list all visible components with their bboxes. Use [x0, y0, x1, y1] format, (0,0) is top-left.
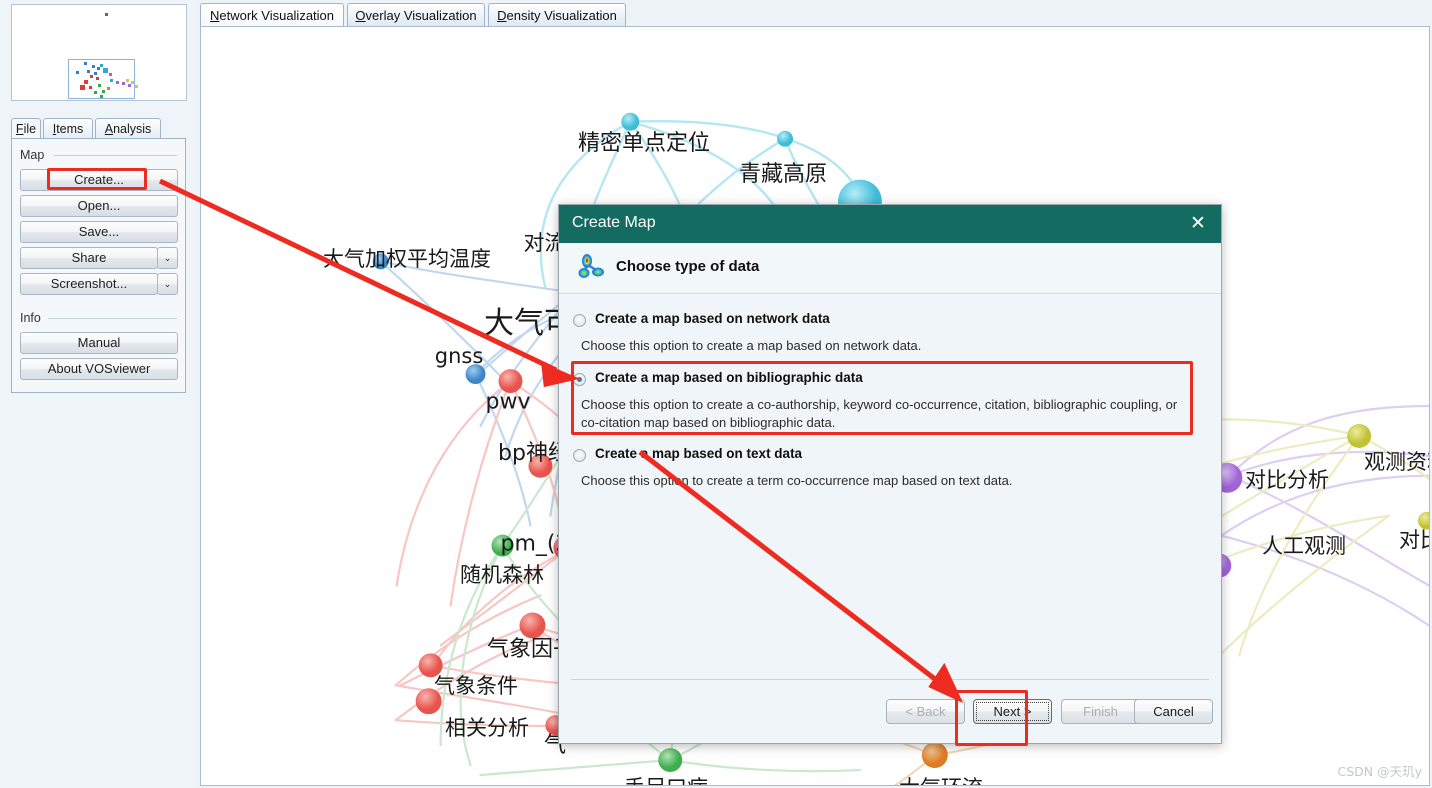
share-dropdown-chevron-down-icon[interactable]: ⌄: [157, 247, 178, 269]
vosviewer-density-icon: [578, 254, 604, 278]
thumbnail-dot: [87, 70, 90, 73]
thumbnail-dot: [96, 77, 99, 80]
thumbnail-dot: [84, 80, 88, 84]
thumbnail-dot: [116, 81, 119, 84]
thumbnail-dot: [100, 64, 103, 67]
dialog-footer: < Back Next > Finish Cancel: [559, 679, 1221, 743]
sidebar-tab-items-label: Items: [52, 122, 84, 136]
thumbnail-dot: [122, 82, 125, 85]
option-text-data-description: Choose this option to create a term co-o…: [581, 473, 1013, 488]
sidebar-tab-file[interactable]: File: [11, 118, 41, 139]
option-text-data-title: Create a map based on text data: [595, 446, 803, 461]
sidebar-tab-file-label: File: [15, 122, 37, 136]
sidebar-tab-items[interactable]: Items: [43, 118, 93, 139]
option-network-data-description: Choose this option to create a map based…: [581, 338, 922, 353]
cancel-button[interactable]: Cancel: [1134, 699, 1213, 724]
group-rule-info: [48, 318, 177, 319]
group-rule-map: [54, 155, 177, 156]
tab-density-visualization-label: Density Visualization: [497, 8, 617, 23]
watermark: CSDN @天玑y: [1337, 764, 1422, 779]
tab-overlay-visualization-label: Overlay Visualization: [355, 8, 477, 23]
thumbnail-dot: [98, 84, 101, 87]
thumbnail-dot: [107, 87, 110, 90]
dialog-title: Create Map: [572, 214, 656, 231]
sidebar-tabs: File Items Analysis: [11, 118, 186, 139]
tab-overlay-visualization[interactable]: Overlay Visualization: [347, 3, 485, 27]
group-label-info: Info: [20, 311, 41, 325]
annotation-box-create-button: [47, 168, 147, 190]
thumbnail-dot: [80, 85, 85, 90]
thumbnail-dot: [109, 73, 112, 76]
screenshot-dropdown-chevron-down-icon[interactable]: ⌄: [157, 273, 178, 295]
thumbnail-dot: [94, 91, 97, 94]
save-map-button[interactable]: Save...: [20, 221, 178, 243]
left-panel: File Items Analysis Map Create... Open..…: [0, 0, 195, 788]
dialog-title-bar: Create Map ✕: [559, 205, 1221, 243]
open-map-button[interactable]: Open...: [20, 195, 178, 217]
dialog-header-title: Choose type of data: [616, 258, 760, 275]
share-button[interactable]: Share: [20, 247, 158, 269]
back-button[interactable]: < Back: [886, 699, 965, 724]
manual-button[interactable]: Manual: [20, 332, 178, 354]
tab-density-visualization[interactable]: Density Visualization: [488, 3, 626, 27]
thumbnail-dot: [100, 95, 103, 98]
thumbnail-dot: [90, 75, 93, 78]
group-label-map: Map: [20, 148, 45, 162]
annotation-box-bibliographic-option: [571, 361, 1193, 435]
sidebar-tab-analysis-label: Analysis: [104, 122, 152, 136]
screenshot-button[interactable]: Screenshot...: [20, 273, 158, 295]
thumbnail-dot: [135, 85, 138, 88]
radio-network-data[interactable]: [573, 314, 586, 327]
annotation-box-next-button: [955, 690, 1028, 746]
about-vosviewer-button[interactable]: About VOSviewer: [20, 358, 178, 380]
thumbnail-dot: [92, 65, 95, 68]
create-map-dialog[interactable]: Create Map ✕ Choose type of data Create …: [558, 204, 1222, 744]
radio-text-data[interactable]: [573, 449, 586, 462]
sidebar-tab-analysis[interactable]: Analysis: [95, 118, 161, 139]
thumbnail-dot: [126, 79, 129, 82]
tab-network-visualization[interactable]: Network Visualization: [200, 3, 344, 27]
thumbnail-dot: [110, 79, 113, 82]
thumbnail-dot: [76, 71, 79, 74]
footer-divider: [571, 679, 1209, 680]
thumbnail-dot: [105, 13, 108, 16]
option-network-data-title: Create a map based on network data: [595, 311, 830, 326]
thumbnail-dot: [84, 62, 87, 65]
dialog-body: Create a map based on network data Choos…: [559, 294, 1221, 679]
thumbnail-dot: [89, 86, 92, 89]
thumbnail-dot: [94, 72, 97, 75]
thumbnail-dot: [128, 84, 131, 87]
tab-network-visualization-label: Network Visualization: [209, 8, 335, 23]
thumbnail-dot: [103, 68, 108, 73]
map-thumbnail[interactable]: [11, 4, 187, 101]
finish-button[interactable]: Finish: [1061, 699, 1140, 724]
close-icon[interactable]: ✕: [1187, 213, 1209, 235]
dialog-header: Choose type of data: [559, 243, 1221, 294]
thumbnail-dot: [131, 81, 134, 84]
thumbnail-dot: [102, 90, 105, 93]
thumbnail-dot: [97, 67, 100, 70]
